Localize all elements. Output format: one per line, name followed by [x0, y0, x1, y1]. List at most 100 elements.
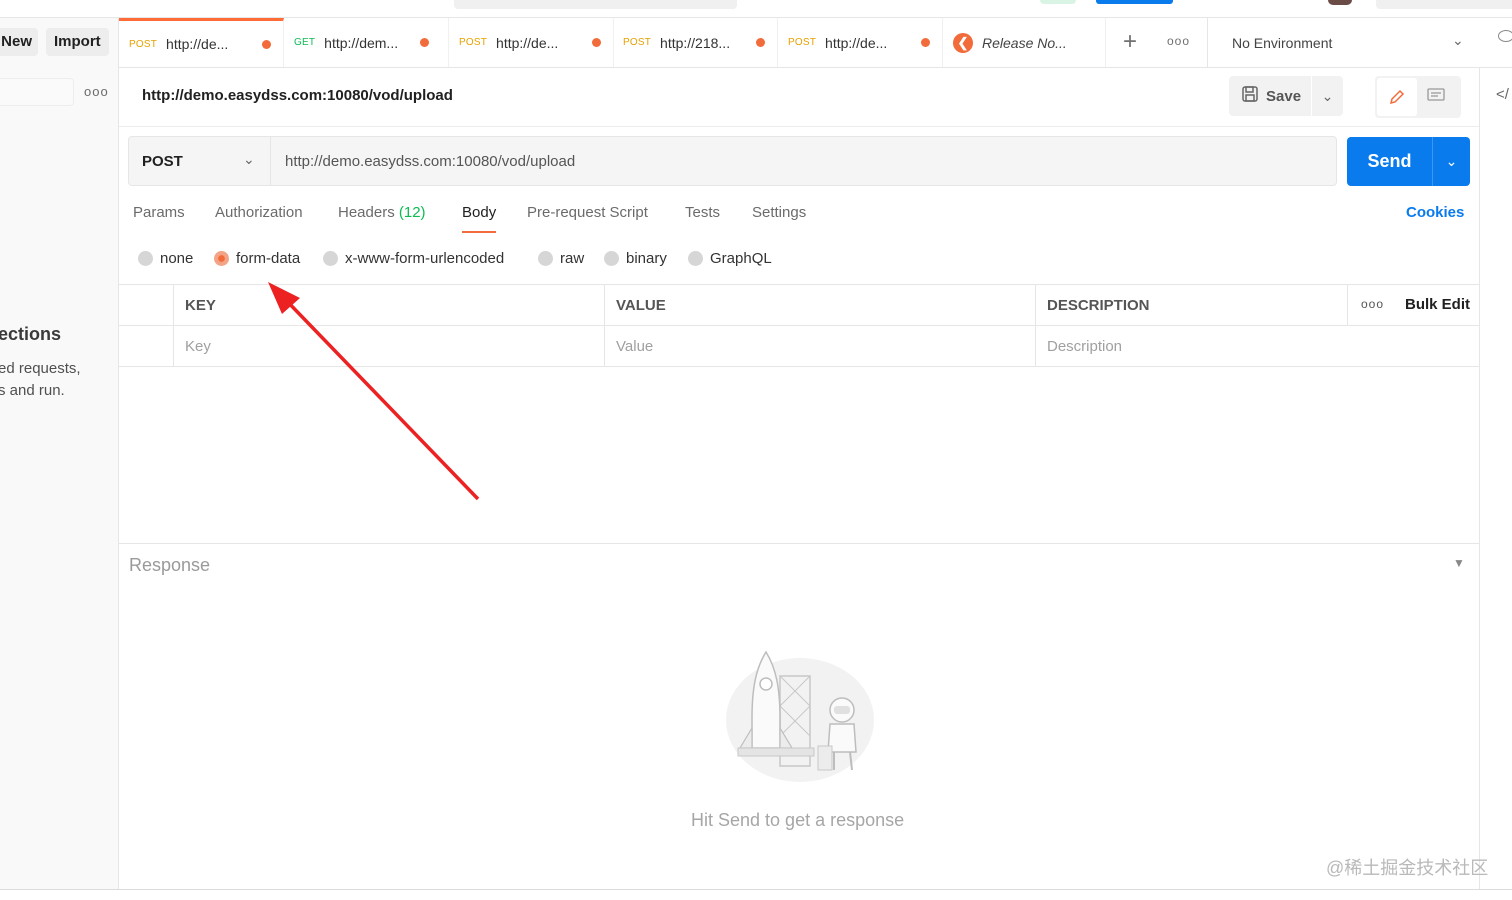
- collapse-caret-icon[interactable]: ▼: [1453, 556, 1465, 570]
- sidebar-search-input[interactable]: [0, 78, 74, 106]
- request-tab[interactable]: GET http://dem...: [284, 18, 449, 67]
- save-button-group: Save ⌄: [1229, 76, 1343, 116]
- send-button-group: Send ⌄: [1347, 137, 1470, 186]
- code-icon[interactable]: </: [1496, 86, 1509, 103]
- response-divider: [119, 543, 1479, 544]
- chevron-down-icon[interactable]: ⌄: [1433, 137, 1470, 186]
- request-tab[interactable]: POST http://de...: [449, 18, 614, 67]
- environment-selector[interactable]: No Environment ⌄: [1207, 18, 1512, 67]
- radio-circle-selected: [214, 251, 229, 266]
- description-input[interactable]: Description: [1035, 326, 1479, 366]
- send-button[interactable]: Send: [1347, 137, 1433, 186]
- radio-label: none: [160, 250, 194, 267]
- tab-headers[interactable]: Headers (12): [338, 204, 426, 221]
- table-more-icon[interactable]: ooo: [1361, 297, 1384, 311]
- edit-pencil-icon[interactable]: [1377, 78, 1417, 116]
- watermark: @稀土掘金技术社区: [1326, 858, 1489, 878]
- response-title: Response: [129, 555, 211, 575]
- global-search-bar[interactable]: [454, 0, 737, 9]
- request-tab[interactable]: POST http://de...: [778, 18, 943, 67]
- sync-status-indicator: [1040, 0, 1076, 4]
- radio-label: form-data: [236, 250, 301, 267]
- tab-url: http://dem...: [324, 34, 399, 51]
- tab-title: Release No...: [982, 34, 1067, 51]
- annotation-arrow-icon: [268, 282, 480, 501]
- tab-prerequest-script[interactable]: Pre-request Script: [527, 204, 648, 221]
- response-hint: Hit Send to get a response: [691, 810, 905, 830]
- value-input[interactable]: Value: [604, 326, 1035, 366]
- column-header-description: DESCRIPTION: [1035, 285, 1347, 325]
- empty-desc-line: ed requests,: [0, 360, 81, 377]
- radio-form-data[interactable]: form-data: [214, 250, 300, 267]
- active-tab-indicator: [462, 231, 497, 233]
- radio-circle: [604, 251, 619, 266]
- comment-icon[interactable]: [1423, 84, 1449, 108]
- request-tab[interactable]: POST http://de...: [119, 18, 284, 67]
- new-button[interactable]: New: [0, 28, 38, 56]
- rocket-astronaut-illustration-icon: [726, 650, 874, 782]
- radio-circle: [538, 251, 553, 266]
- unsaved-dot-icon: [592, 38, 602, 47]
- url-bar: POST ⌄: [128, 136, 1337, 186]
- tab-method: POST: [623, 37, 652, 48]
- tab-url: http://de...: [825, 34, 888, 51]
- request-tab[interactable]: POST http://218...: [613, 18, 778, 67]
- tab-method: POST: [788, 37, 817, 48]
- ellipsis-icon[interactable]: ooo: [84, 84, 109, 99]
- tab-url: http://218...: [660, 34, 731, 51]
- radio-circle: [688, 251, 703, 266]
- radio-none[interactable]: none: [138, 250, 193, 267]
- tabs-more-icon[interactable]: ooo: [1167, 34, 1190, 48]
- view-toggle: [1375, 76, 1461, 118]
- tab-authorization[interactable]: Authorization: [215, 204, 303, 221]
- radio-circle: [138, 251, 153, 266]
- radio-binary[interactable]: binary: [604, 250, 667, 267]
- right-panel-divider: [1479, 68, 1480, 890]
- avatar[interactable]: [1328, 0, 1352, 5]
- tab-headers-label: Headers: [338, 204, 395, 221]
- unsaved-dot-icon: [420, 38, 430, 47]
- radio-label: binary: [626, 250, 667, 267]
- request-title[interactable]: http://demo.easydss.com:10080/vod/upload: [142, 87, 453, 104]
- tab-tests[interactable]: Tests: [685, 204, 720, 221]
- chevron-down-icon: ⌄: [243, 151, 255, 167]
- save-label: Save: [1266, 87, 1302, 105]
- import-button[interactable]: Import: [46, 28, 109, 56]
- empty-desc-line: s and run.: [0, 382, 65, 399]
- tab-method: GET: [294, 37, 316, 48]
- save-button[interactable]: Save: [1229, 76, 1312, 116]
- unsaved-dot-icon: [756, 38, 766, 47]
- status-bar-divider: [0, 889, 1512, 890]
- new-tab-plus-icon[interactable]: +: [1123, 28, 1137, 56]
- top-window-strip: [0, 0, 1512, 18]
- tab-body-label: Body: [462, 204, 497, 221]
- unsaved-dot-icon: [262, 39, 272, 49]
- method-value: POST: [142, 152, 183, 170]
- upgrade-button[interactable]: [1096, 0, 1173, 4]
- tab-method: POST: [129, 38, 158, 50]
- tab-url: http://de...: [496, 34, 559, 51]
- method-select[interactable]: POST ⌄: [129, 137, 271, 185]
- radio-label: raw: [560, 250, 585, 267]
- radio-raw[interactable]: raw: [538, 250, 584, 267]
- eye-icon[interactable]: [1498, 30, 1512, 42]
- tab-method: POST: [459, 37, 488, 48]
- radio-x-www-form-urlencoded[interactable]: x-www-form-urlencoded: [323, 250, 504, 267]
- radio-label: GraphQL: [710, 250, 772, 267]
- bulk-edit-button[interactable]: Bulk Edit: [1405, 296, 1470, 313]
- tab-url: http://de...: [166, 36, 229, 52]
- radio-circle: [323, 251, 338, 266]
- tab-params[interactable]: Params: [133, 204, 185, 221]
- tab-settings[interactable]: Settings: [752, 204, 806, 221]
- url-input[interactable]: [272, 137, 1332, 185]
- request-tab-bar: POST http://de... GET http://dem... POST…: [119, 18, 1512, 68]
- radio-graphql[interactable]: GraphQL: [688, 250, 772, 267]
- tab-body[interactable]: Body: [462, 204, 497, 233]
- top-right-controls: [1376, 0, 1512, 9]
- column-header-value: VALUE: [604, 285, 1035, 325]
- headers-count-badge: (12): [398, 204, 426, 221]
- release-notes-tab[interactable]: ❮ Release No...: [943, 18, 1106, 67]
- chevron-down-icon: ⌄: [1452, 32, 1464, 48]
- cookies-link[interactable]: Cookies: [1406, 204, 1464, 221]
- chevron-down-icon[interactable]: ⌄: [1312, 88, 1343, 105]
